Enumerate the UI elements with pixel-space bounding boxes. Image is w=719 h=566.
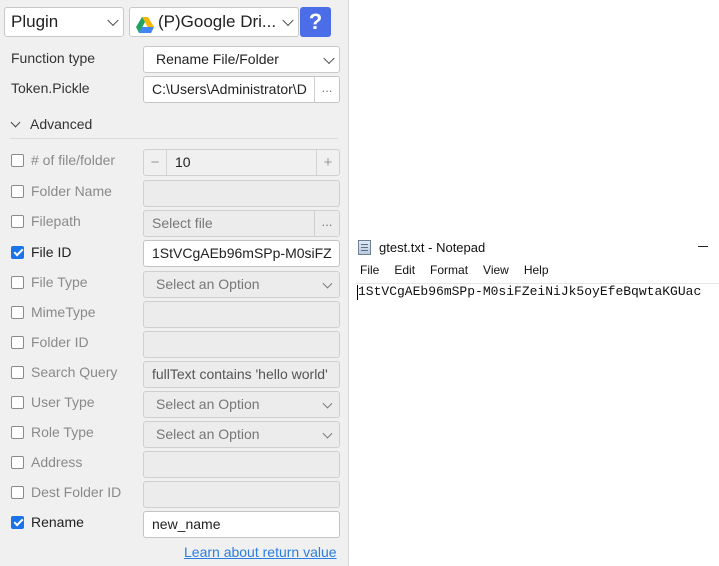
menu-format[interactable]: Format <box>430 263 468 281</box>
chevron-down-icon <box>10 117 21 127</box>
file-id-input[interactable]: 1StVCgAEb96mSPp-M0siFZ <box>143 240 340 267</box>
search-query-checkbox[interactable] <box>11 365 24 379</box>
notepad-content[interactable]: 1StVCgAEb96mSPp-M0siFZeiNiJk5oyEfeBqwtaK… <box>358 284 701 300</box>
address-row: Address <box>11 453 82 471</box>
search-query-row: Search Query <box>11 363 117 381</box>
menu-view[interactable]: View <box>483 263 509 281</box>
filepath-label: Filepath <box>31 213 81 229</box>
file-id-row: File ID <box>11 243 71 261</box>
filepath-row: Filepath <box>11 212 81 230</box>
dest-folder-id-row: Dest Folder ID <box>11 483 121 501</box>
folder-name-label: Folder Name <box>31 183 112 199</box>
num-files-checkbox[interactable] <box>11 153 24 167</box>
menu-file[interactable]: File <box>360 263 379 281</box>
folder-name-checkbox[interactable] <box>11 184 24 198</box>
folder-id-label: Folder ID <box>31 334 89 350</box>
help-button[interactable]: ? <box>300 7 331 37</box>
notepad-title: gtest.txt - Notepad <box>379 239 486 255</box>
plugin-panel: Plugin (P)Google Dri... ? Function type … <box>0 0 349 566</box>
filepath-checkbox[interactable] <box>11 214 24 228</box>
token-pickle-label: Token.Pickle <box>11 80 90 96</box>
role-type-value: Select an Option <box>156 426 260 442</box>
address-input[interactable] <box>143 451 340 478</box>
minimize-button[interactable] <box>698 246 708 247</box>
role-type-select[interactable]: Select an Option <box>143 421 340 448</box>
rename-checkbox[interactable] <box>11 515 24 529</box>
folder-id-row: Folder ID <box>11 333 89 351</box>
file-type-select[interactable]: Select an Option <box>143 271 340 298</box>
address-checkbox[interactable] <box>11 455 24 469</box>
num-files-value: 10 <box>175 154 191 170</box>
user-type-row: User Type <box>11 393 95 411</box>
dest-folder-id-label: Dest Folder ID <box>31 484 122 500</box>
increment-button[interactable]: + <box>316 150 339 175</box>
filepath-value: Select file <box>152 215 213 231</box>
browse-button[interactable]: ... <box>314 211 339 236</box>
token-pickle-input[interactable]: C:\Users\Administrator\D ... <box>143 76 340 103</box>
mime-type-input[interactable] <box>143 301 340 328</box>
file-type-label: File Type <box>31 274 88 290</box>
address-label: Address <box>31 454 83 470</box>
num-files-stepper[interactable]: − 10 + <box>143 149 340 176</box>
chevron-down-icon <box>322 428 333 439</box>
learn-return-value-link[interactable]: Learn about return value <box>184 544 337 560</box>
mime-type-label: MimeType <box>31 304 96 320</box>
user-type-value: Select an Option <box>156 396 260 412</box>
function-type-value: Rename File/Folder <box>156 51 279 67</box>
folder-name-input[interactable] <box>143 180 340 207</box>
user-type-select[interactable]: Select an Option <box>143 391 340 418</box>
rename-row: Rename <box>11 513 84 531</box>
file-type-row: File Type <box>11 273 88 291</box>
function-type-label: Function type <box>11 50 96 66</box>
folder-id-checkbox[interactable] <box>11 335 24 349</box>
menu-edit[interactable]: Edit <box>394 263 415 281</box>
decrement-button[interactable]: − <box>144 150 167 175</box>
file-id-checkbox[interactable] <box>11 245 24 259</box>
chevron-down-icon <box>322 278 333 289</box>
mime-type-checkbox[interactable] <box>11 305 24 319</box>
dest-folder-id-checkbox[interactable] <box>11 485 24 499</box>
chevron-down-icon <box>323 52 335 64</box>
file-id-label: File ID <box>31 244 72 260</box>
plugin-select-value: Plugin <box>11 12 59 31</box>
token-pickle-value: C:\Users\Administrator\D <box>152 81 307 97</box>
num-files-row: # of file/folder <box>11 151 115 169</box>
num-files-label: # of file/folder <box>31 152 116 168</box>
dest-folder-id-input[interactable] <box>143 481 340 508</box>
file-type-value: Select an Option <box>156 276 260 292</box>
role-type-row: Role Type <box>11 423 94 441</box>
rename-label: Rename <box>31 514 84 530</box>
filepath-input[interactable]: Select file ... <box>143 210 340 237</box>
role-type-checkbox[interactable] <box>11 425 24 439</box>
google-drive-icon <box>136 14 154 33</box>
file-type-checkbox[interactable] <box>11 275 24 289</box>
service-select[interactable]: (P)Google Dri... <box>129 7 299 37</box>
folder-name-row: Folder Name <box>11 182 112 200</box>
advanced-toggle[interactable]: Advanced <box>10 115 93 133</box>
menu-help[interactable]: Help <box>524 263 549 281</box>
chevron-down-icon <box>107 14 119 27</box>
user-type-label: User Type <box>31 394 95 410</box>
chevron-down-icon <box>322 398 333 409</box>
folder-id-input[interactable] <box>143 331 340 358</box>
user-type-checkbox[interactable] <box>11 395 24 409</box>
search-query-label: Search Query <box>31 364 118 380</box>
notepad-titlebar: gtest.txt - Notepad <box>358 236 485 258</box>
role-type-label: Role Type <box>31 424 94 440</box>
notepad-icon <box>358 239 371 255</box>
text-caret <box>357 285 358 300</box>
service-select-value: (P)Google Dri... <box>158 12 277 31</box>
mime-type-row: MimeType <box>11 303 96 321</box>
chevron-down-icon <box>282 14 294 27</box>
plugin-select[interactable]: Plugin <box>4 7 124 37</box>
notepad-menubar: File Edit Format View Help <box>360 263 564 281</box>
advanced-label: Advanced <box>30 116 93 132</box>
function-type-select[interactable]: Rename File/Folder <box>143 46 340 73</box>
rename-input[interactable]: new_name <box>143 511 340 538</box>
divider <box>10 138 338 139</box>
browse-button[interactable]: ... <box>314 77 339 102</box>
search-query-input[interactable]: fullText contains 'hello world' <box>143 361 340 388</box>
